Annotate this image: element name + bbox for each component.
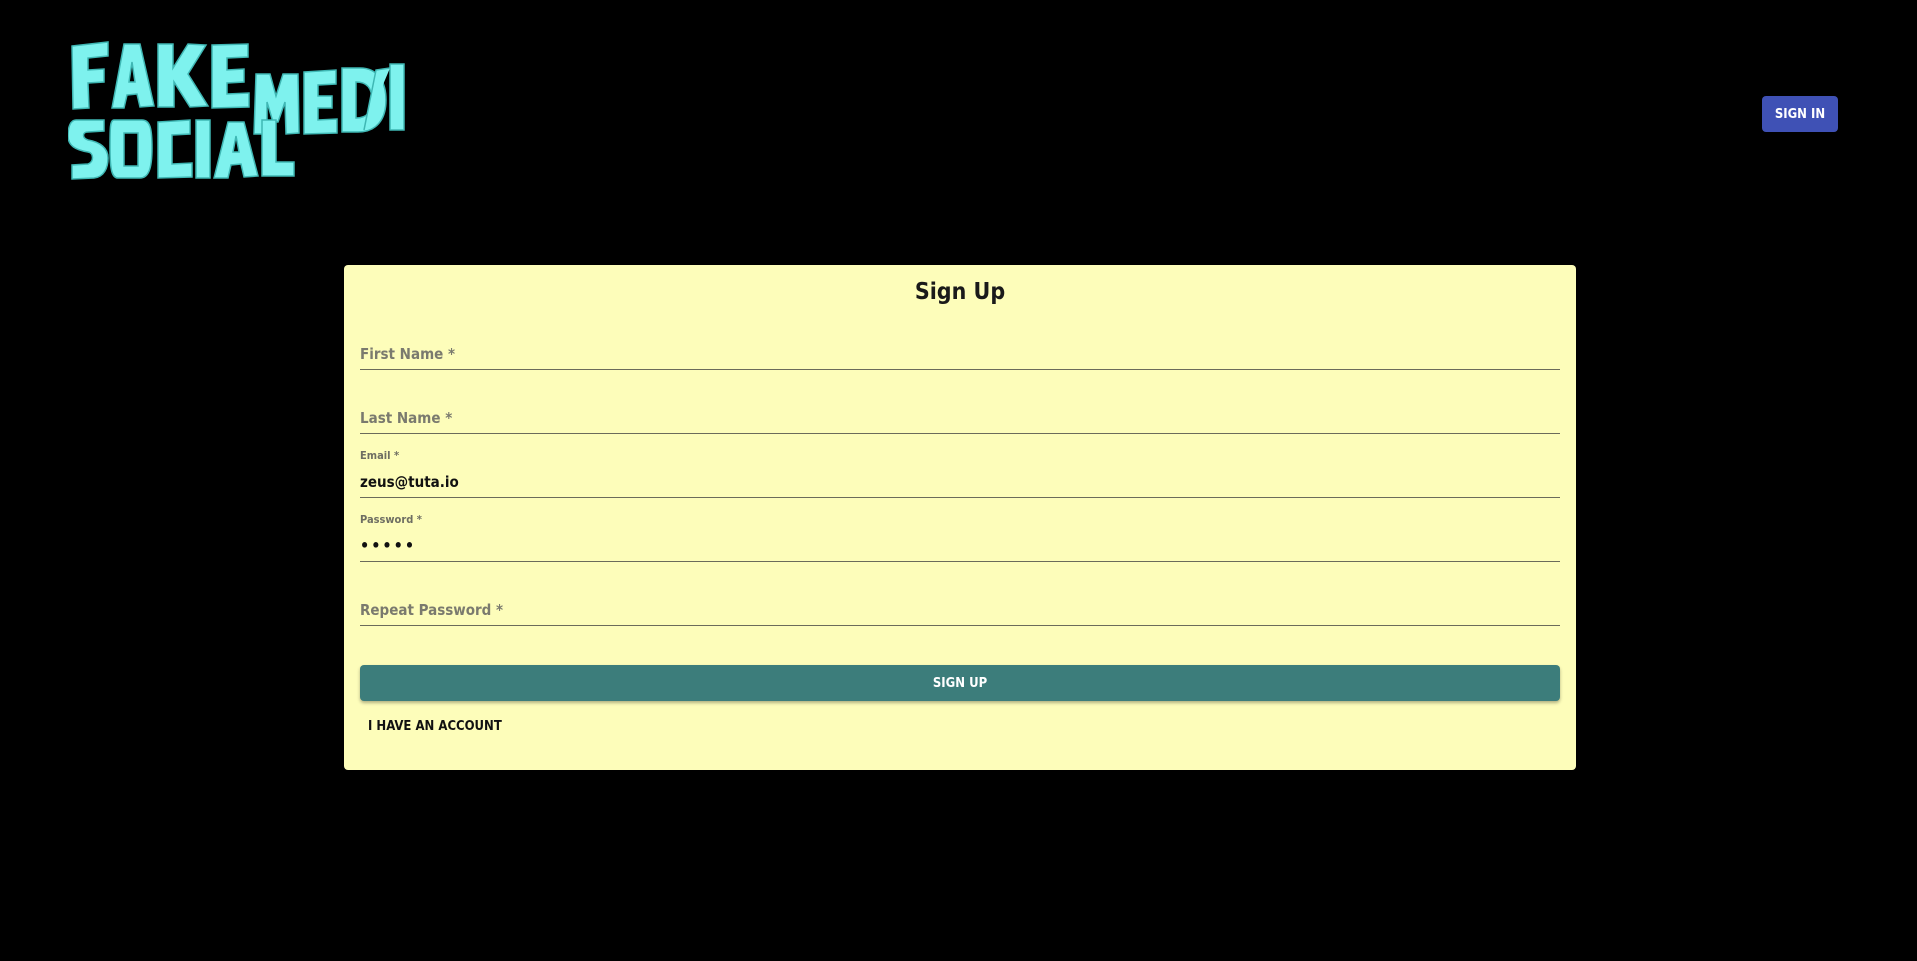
repeat-password-label: Repeat Password * (360, 601, 504, 619)
password-field[interactable]: Password * ••••• (360, 513, 1560, 562)
page: SIGN IN Sign Up First Name * Last Name *… (0, 0, 1917, 961)
first-name-field[interactable]: First Name * (360, 321, 1560, 370)
page-title: Sign Up (914, 279, 1006, 305)
repeat-password-field[interactable]: Repeat Password * (360, 577, 1560, 626)
signup-card: Sign Up First Name * Last Name * Email *… (344, 265, 1576, 770)
password-label: Password * (360, 513, 422, 526)
fake-social-media-logo[interactable] (68, 38, 408, 188)
password-value: ••••• (360, 536, 417, 555)
have-account-link[interactable]: I HAVE AN ACCOUNT (368, 717, 502, 736)
first-name-label: First Name * (360, 345, 456, 363)
last-name-label: Last Name * (360, 409, 453, 427)
email-label: Email * (360, 449, 400, 462)
email-value: zeus@tuta.io (360, 473, 459, 491)
sign-up-button[interactable]: SIGN UP (360, 665, 1560, 701)
last-name-field[interactable]: Last Name * (360, 385, 1560, 434)
email-field[interactable]: Email * zeus@tuta.io (360, 449, 1560, 498)
sign-in-button[interactable]: SIGN IN (1762, 96, 1838, 132)
